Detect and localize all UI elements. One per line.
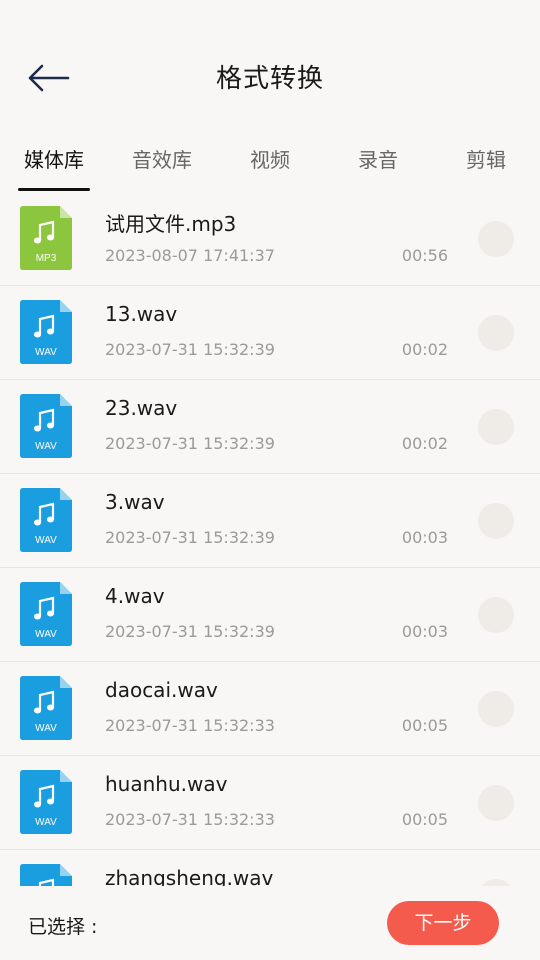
- audio-file-icon: WAV: [20, 394, 72, 458]
- audio-file-icon: WAV: [20, 676, 72, 740]
- selected-count-label: 已选择 :: [28, 916, 98, 938]
- file-extension-label: WAV: [35, 441, 57, 452]
- file-date: 2023-07-31 15:32:33: [105, 716, 275, 735]
- file-extension-label: WAV: [35, 535, 57, 546]
- tab-label: 媒体库: [24, 148, 84, 172]
- file-name: daocai.wav: [105, 678, 218, 702]
- file-row[interactable]: WAV huanhu.wav 2023-07-31 15:32:33 00:05: [0, 756, 540, 850]
- tab-label: 录音: [358, 148, 398, 172]
- file-name: 3.wav: [105, 490, 165, 514]
- file-row[interactable]: WAV 23.wav 2023-07-31 15:32:39 00:02: [0, 380, 540, 474]
- file-duration: 00:05: [401, 716, 448, 735]
- file-duration: 00:05: [401, 810, 448, 829]
- select-radio[interactable]: [478, 691, 514, 727]
- file-name: 23.wav: [105, 396, 178, 420]
- file-duration: 00:03: [401, 622, 448, 641]
- audio-file-icon: WAV: [20, 300, 72, 364]
- select-radio[interactable]: [478, 879, 514, 886]
- audio-file-icon: MP3: [20, 206, 72, 270]
- tab-video[interactable]: 视频: [216, 130, 324, 190]
- file-date: 2023-07-31 15:32:39: [105, 622, 275, 641]
- file-date: 2023-07-31 15:32:39: [105, 528, 275, 547]
- file-name: huanhu.wav: [105, 772, 228, 796]
- select-radio[interactable]: [478, 597, 514, 633]
- page-title: 格式转换: [215, 64, 324, 94]
- file-row[interactable]: MP3 试用文件.mp3 2023-08-07 17:41:37 00:56: [0, 192, 540, 286]
- file-name: 4.wav: [105, 584, 165, 608]
- file-row[interactable]: WAV 4.wav 2023-07-31 15:32:39 00:03: [0, 568, 540, 662]
- select-radio[interactable]: [478, 785, 514, 821]
- file-date: 2023-08-07 17:41:37: [105, 246, 275, 265]
- tab-label: 视频: [250, 148, 290, 172]
- audio-file-icon: WAV: [20, 488, 72, 552]
- select-radio[interactable]: [478, 503, 514, 539]
- tab-bar: 媒体库 音效库 视频 录音 剪辑: [0, 130, 540, 191]
- tab-recording[interactable]: 录音: [324, 130, 432, 190]
- file-list[interactable]: MP3 试用文件.mp3 2023-08-07 17:41:37 00:56 WAV 1…: [0, 192, 540, 886]
- audio-file-icon: WAV: [20, 582, 72, 646]
- file-extension-label: WAV: [35, 629, 57, 640]
- tab-media-library[interactable]: 媒体库: [0, 130, 108, 191]
- audio-file-icon: WAV: [20, 770, 72, 834]
- file-row[interactable]: WAV 13.wav 2023-07-31 15:32:39 00:02: [0, 286, 540, 380]
- file-extension-label: MP3: [35, 253, 57, 264]
- file-row[interactable]: WAV 3.wav 2023-07-31 15:32:39 00:03: [0, 474, 540, 568]
- tab-editing[interactable]: 剪辑: [432, 130, 540, 190]
- audio-file-icon: WAV: [20, 864, 72, 886]
- select-radio[interactable]: [478, 221, 514, 257]
- file-duration: 00:56: [401, 246, 448, 265]
- select-radio[interactable]: [478, 409, 514, 445]
- select-radio[interactable]: [478, 315, 514, 351]
- file-duration: 00:03: [401, 528, 448, 547]
- file-duration: 00:02: [401, 340, 448, 359]
- header: 格式转换: [0, 0, 540, 130]
- next-step-button[interactable]: 下一步: [387, 901, 499, 945]
- file-duration: 00:02: [401, 434, 448, 453]
- tab-label: 音效库: [132, 148, 192, 172]
- footer-bar: 已选择 : 下一步: [0, 886, 540, 960]
- file-extension-label: WAV: [35, 347, 57, 358]
- file-date: 2023-07-31 15:32:39: [105, 340, 275, 359]
- file-name: 试用文件.mp3: [105, 212, 237, 236]
- file-date: 2023-07-31 15:32:33: [105, 810, 275, 829]
- file-date: 2023-07-31 15:32:39: [105, 434, 275, 453]
- file-row[interactable]: WAV zhangsheng.wav: [0, 850, 540, 886]
- file-extension-label: WAV: [35, 723, 57, 734]
- tab-label: 剪辑: [466, 148, 506, 172]
- tab-sound-effects[interactable]: 音效库: [108, 130, 216, 190]
- file-name: zhangsheng.wav: [105, 866, 274, 886]
- file-row[interactable]: WAV daocai.wav 2023-07-31 15:32:33 00:05: [0, 662, 540, 756]
- file-name: 13.wav: [105, 302, 178, 326]
- file-extension-label: WAV: [35, 817, 57, 828]
